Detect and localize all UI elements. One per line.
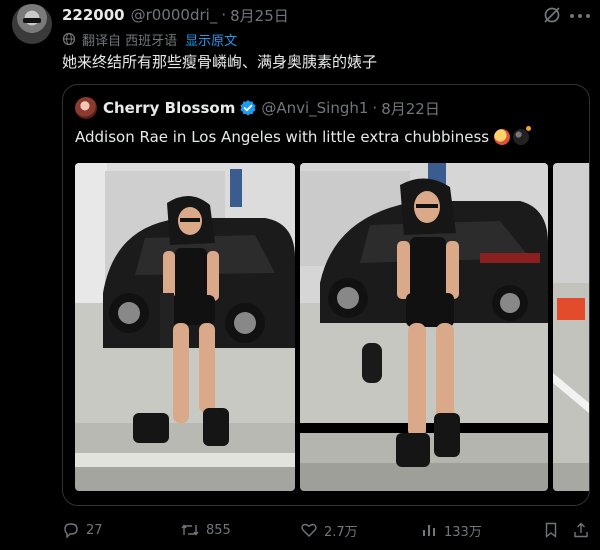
verified-badge-icon: [240, 100, 256, 116]
translation-note: 翻译自 西班牙语 显示原文: [62, 30, 237, 49]
quoted-author-name[interactable]: Cherry Blossom: [103, 99, 235, 117]
tweet-header: 222000 @r0000dri_ · 8月25日: [62, 4, 289, 26]
separator-dot: ·: [221, 6, 227, 24]
reply-button[interactable]: 27: [62, 518, 103, 542]
globe-icon: [62, 32, 76, 46]
quoted-photo-1[interactable]: [75, 163, 295, 491]
like-button[interactable]: 2.7万: [300, 518, 358, 542]
bookmark-button[interactable]: [542, 518, 566, 542]
quoted-text: Addison Rae in Los Angeles with little e…: [75, 128, 490, 146]
face-hot-icon: [494, 129, 511, 145]
avatar-glasses: [23, 18, 41, 23]
author-avatar[interactable]: [12, 4, 52, 44]
like-count: 2.7万: [324, 524, 358, 540]
author-name[interactable]: 222000: [62, 6, 125, 24]
views-button[interactable]: 133万: [420, 518, 482, 542]
tweet-text: 她来终结所有那些瘦骨嶙峋、满身奥胰素的婊子: [62, 53, 378, 71]
reply-icon: [64, 523, 78, 539]
show-original-link[interactable]: 显示原文: [185, 30, 237, 49]
author-handle[interactable]: @r0000dri_: [131, 6, 218, 24]
view-count: 133万: [444, 524, 482, 540]
retweet-button[interactable]: 855: [180, 518, 231, 542]
translated-from-label: 翻译自 西班牙语: [82, 33, 178, 49]
quoted-tweet[interactable]: Cherry Blossom @Anvi_Singh1 · 8月22日 Addi…: [62, 84, 590, 506]
bookmark-icon: [545, 522, 557, 538]
quoted-author-handle[interactable]: @Anvi_Singh1: [261, 99, 368, 117]
share-icon: [574, 522, 588, 538]
tweet-date[interactable]: 8月25日: [230, 5, 289, 26]
quoted-photo-2[interactable]: [300, 163, 548, 491]
reply-count: 27: [86, 522, 103, 538]
quoted-text-row: Addison Rae in Los Angeles with little e…: [75, 126, 532, 147]
analytics-icon: [423, 525, 435, 536]
more-options-icon[interactable]: [570, 6, 590, 26]
bomb-icon: [513, 126, 532, 145]
share-button[interactable]: [572, 518, 596, 542]
action-bar: 27 855 2.7万 133万: [62, 518, 590, 542]
quoted-separator-dot: ·: [372, 99, 378, 117]
retweet-icon: [181, 524, 199, 536]
quoted-author-avatar[interactable]: [75, 97, 97, 119]
quoted-date[interactable]: 8月22日: [381, 98, 440, 119]
quoted-photo-3-partial[interactable]: [553, 163, 589, 491]
heart-icon: [301, 523, 317, 537]
retweet-count: 855: [206, 522, 231, 538]
grok-icon[interactable]: [542, 5, 562, 25]
quoted-header: Cherry Blossom @Anvi_Singh1 · 8月22日: [103, 98, 440, 118]
